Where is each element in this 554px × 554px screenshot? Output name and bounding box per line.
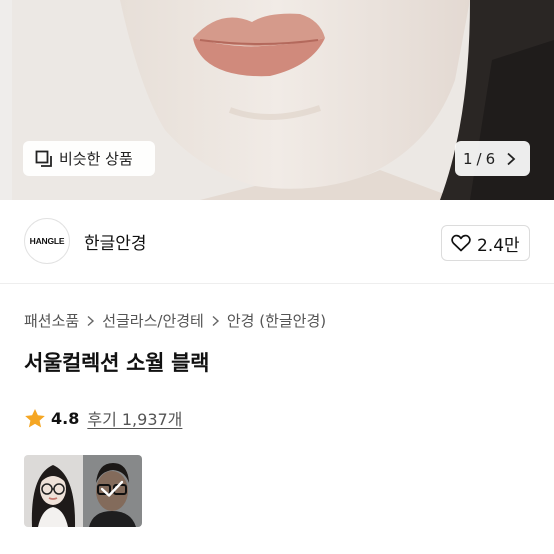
breadcrumb: 패션소품 선글라스/안경테 안경 (한글안경) — [24, 310, 326, 331]
similar-products-label: 비슷한 상품 — [59, 150, 133, 168]
reviews-link[interactable]: 후기 1,937개 — [87, 406, 182, 430]
image-pager[interactable]: 1 / 6 — [455, 141, 530, 176]
pager-total: 6 — [485, 149, 496, 168]
pager-separator: / — [476, 149, 482, 168]
star-icon — [25, 408, 45, 427]
similar-products-button[interactable]: 비슷한 상품 — [23, 141, 155, 176]
breadcrumb-item-3[interactable]: 안경 (한글안경) — [227, 310, 326, 331]
product-image-carousel[interactable]: 비슷한 상품 1 / 6 — [0, 0, 554, 200]
like-count: 2.4만 — [477, 235, 520, 256]
breadcrumb-item-2[interactable]: 선글라스/안경테 — [102, 310, 204, 331]
chevron-right-icon — [212, 315, 219, 326]
breadcrumb-item-1[interactable]: 패션소품 — [24, 310, 79, 331]
brand-row: HANGLE 한글안경 2.4만 — [0, 200, 554, 284]
option-thumbnails — [24, 455, 142, 527]
brand-logo-text: HANGLE — [29, 236, 65, 246]
copy-squares-icon — [35, 150, 52, 167]
product-title: 서울컬렉션 소월 블랙 — [24, 351, 210, 375]
brand-name[interactable]: 한글안경 — [84, 229, 147, 254]
chevron-right-icon — [87, 315, 95, 326]
like-button[interactable]: 2.4만 — [441, 225, 530, 261]
pager-current: 1 — [463, 149, 473, 168]
option-thumbnail[interactable] — [24, 455, 83, 527]
check-icon — [100, 480, 124, 497]
brand-logo[interactable]: HANGLE — [24, 218, 70, 264]
rating-score: 4.8 — [51, 408, 80, 428]
chevron-right-icon — [507, 152, 516, 165]
rating-row: 4.8 후기 1,937개 — [24, 406, 182, 430]
heart-outline-icon — [451, 234, 471, 252]
option-thumbnail-selected[interactable] — [83, 455, 142, 527]
option-thumbnail-image — [24, 455, 83, 527]
